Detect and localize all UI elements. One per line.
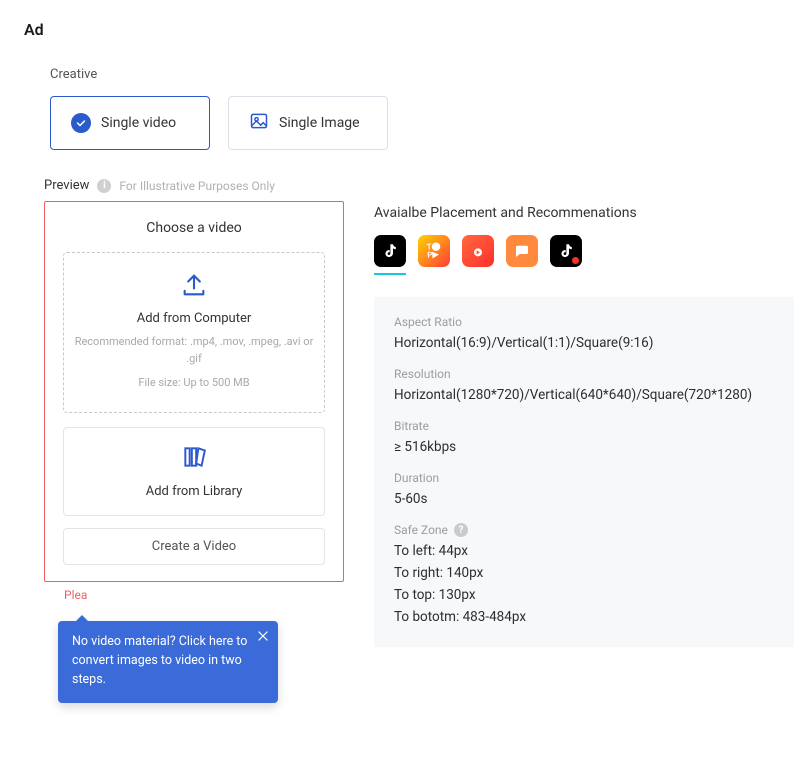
upload-label: Add from Computer: [74, 311, 314, 326]
preview-title: Preview: [44, 178, 89, 193]
buzzvideo-icon[interactable]: T⬤P▶: [418, 235, 450, 267]
preview-note: For Illustrative Purposes Only: [119, 179, 275, 193]
spec-duration-value: 5-60s: [394, 491, 774, 507]
creative-section-label: Creative: [50, 67, 786, 82]
chat-app-icon[interactable]: [506, 235, 538, 267]
spec-bitrate-value: ≥ 516kbps: [394, 439, 774, 455]
info-icon: ?: [454, 523, 468, 537]
page-title: Ad: [24, 20, 786, 39]
create-video-tooltip: No video material? Click here to convert…: [58, 621, 278, 703]
safe-zone-bottom: To bototm: 483-484px: [394, 609, 774, 625]
spec-safezone-label: Safe Zone ?: [394, 523, 774, 537]
image-icon: [249, 111, 269, 135]
placement-title: Avaialbe Placement and Recommenations: [374, 205, 794, 221]
creative-options: Single video Single Image: [50, 96, 786, 150]
upload-icon: [74, 271, 314, 303]
tiktok-ads-icon[interactable]: [550, 235, 582, 267]
create-video-button[interactable]: Create a Video: [63, 528, 325, 565]
creative-option-label: Single video: [101, 115, 176, 131]
safe-zone-right: To right: 140px: [394, 565, 774, 581]
spec-resolution-label: Resolution: [394, 367, 774, 381]
creative-option-video[interactable]: Single video: [50, 96, 210, 150]
tiktok-icon[interactable]: [374, 235, 406, 267]
creative-option-label: Single Image: [279, 115, 360, 131]
close-icon[interactable]: [256, 629, 270, 643]
upload-hint: Recommended format: .mp4, .mov, .mpeg, .…: [74, 334, 314, 367]
placement-selected-underline: [374, 273, 406, 275]
spec-bitrate-label: Bitrate: [394, 419, 774, 433]
spec-aspect-label: Aspect Ratio: [394, 315, 774, 329]
spec-panel: Aspect Ratio Horizontal(16:9)/Vertical(1…: [374, 297, 794, 647]
info-icon: i: [97, 179, 111, 193]
library-icon: [74, 444, 314, 474]
preview-panel-title: Choose a video: [63, 220, 325, 236]
safe-zone-top: To top: 130px: [394, 587, 774, 603]
preview-panel: Choose a video Add from Computer Recomme…: [44, 201, 344, 582]
upload-hint-size: File size: Up to 500 MB: [74, 375, 314, 392]
library-label: Add from Library: [74, 484, 314, 499]
spec-aspect-value: Horizontal(16:9)/Vertical(1:1)/Square(9:…: [394, 335, 774, 351]
creative-option-image[interactable]: Single Image: [228, 96, 388, 150]
check-icon: [71, 113, 91, 133]
upload-from-computer[interactable]: Add from Computer Recommended format: .m…: [63, 252, 325, 413]
spec-resolution-value: Horizontal(1280*720)/Vertical(640*640)/S…: [394, 387, 774, 403]
add-from-library[interactable]: Add from Library: [63, 427, 325, 516]
safe-zone-left: To left: 44px: [394, 543, 774, 559]
hot-app-icon[interactable]: [462, 235, 494, 267]
placement-apps: T⬤P▶: [374, 235, 794, 267]
validation-error: Plea: [64, 588, 344, 602]
spec-duration-label: Duration: [394, 471, 774, 485]
tooltip-text: No video material? Click here to convert…: [72, 634, 247, 687]
